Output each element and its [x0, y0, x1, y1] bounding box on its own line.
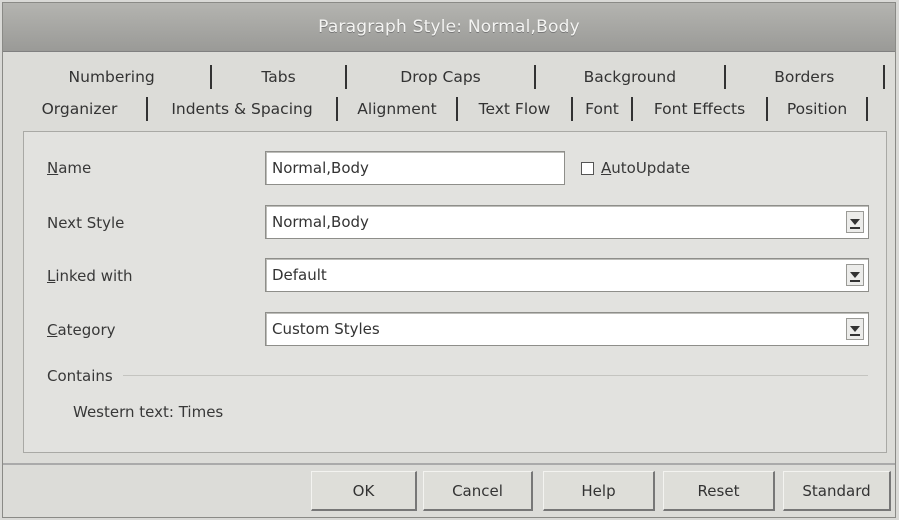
tab-position[interactable]: Position: [768, 97, 868, 121]
tab-background[interactable]: Background: [536, 65, 726, 89]
name-label: Name: [47, 159, 92, 177]
chevron-down-icon[interactable]: [846, 211, 864, 233]
category-value: Custom Styles: [272, 320, 380, 338]
autoupdate-label: AutoUpdate: [601, 159, 691, 177]
chevron-down-icon[interactable]: [846, 264, 864, 286]
chevron-down-icon[interactable]: [846, 318, 864, 340]
ok-button[interactable]: OK: [311, 471, 417, 511]
linked-with-label: Linked with: [47, 267, 133, 285]
linked-with-value: Default: [272, 266, 327, 284]
tab-organizer[interactable]: Organizer: [13, 97, 148, 121]
tab-borders[interactable]: Borders: [726, 65, 885, 89]
autoupdate-checkbox[interactable]: [581, 162, 594, 175]
reset-button[interactable]: Reset: [663, 471, 775, 511]
help-button[interactable]: Help: [543, 471, 655, 511]
name-field[interactable]: Normal,Body: [265, 151, 565, 185]
window-title: Paragraph Style: Normal,Body: [318, 17, 580, 37]
tab-row-2: Organizer Indents & Spacing Alignment Te…: [13, 97, 885, 121]
next-style-value: Normal,Body: [272, 213, 369, 231]
cancel-button[interactable]: Cancel: [423, 471, 533, 511]
linked-with-combo[interactable]: Default: [265, 258, 869, 292]
tab-numbering[interactable]: Numbering: [13, 65, 213, 89]
tab-drop-caps[interactable]: Drop Caps: [347, 65, 537, 89]
tab-tabs[interactable]: Tabs: [212, 65, 347, 89]
contains-divider: [123, 375, 868, 376]
tab-indents-spacing[interactable]: Indents & Spacing: [148, 97, 338, 121]
title-bar[interactable]: Paragraph Style: Normal,Body: [3, 3, 895, 52]
contains-value: Western text: Times: [73, 403, 224, 421]
tab-alignment[interactable]: Alignment: [338, 97, 458, 121]
tab-font-effects[interactable]: Font Effects: [633, 97, 768, 121]
paragraph-style-dialog: Paragraph Style: Normal,Body Numbering T…: [2, 2, 896, 518]
category-label: Category: [47, 321, 116, 339]
button-bar-divider: [3, 463, 895, 465]
contains-label: Contains: [47, 367, 113, 385]
next-style-combo[interactable]: Normal,Body: [265, 205, 869, 239]
tab-font[interactable]: Font: [573, 97, 633, 121]
standard-button[interactable]: Standard: [783, 471, 891, 511]
next-style-label: Next Style: [47, 214, 125, 232]
tab-row-1: Numbering Tabs Drop Caps Background Bord…: [13, 65, 885, 89]
category-combo[interactable]: Custom Styles: [265, 312, 869, 346]
tab-text-flow[interactable]: Text Flow: [458, 97, 573, 121]
